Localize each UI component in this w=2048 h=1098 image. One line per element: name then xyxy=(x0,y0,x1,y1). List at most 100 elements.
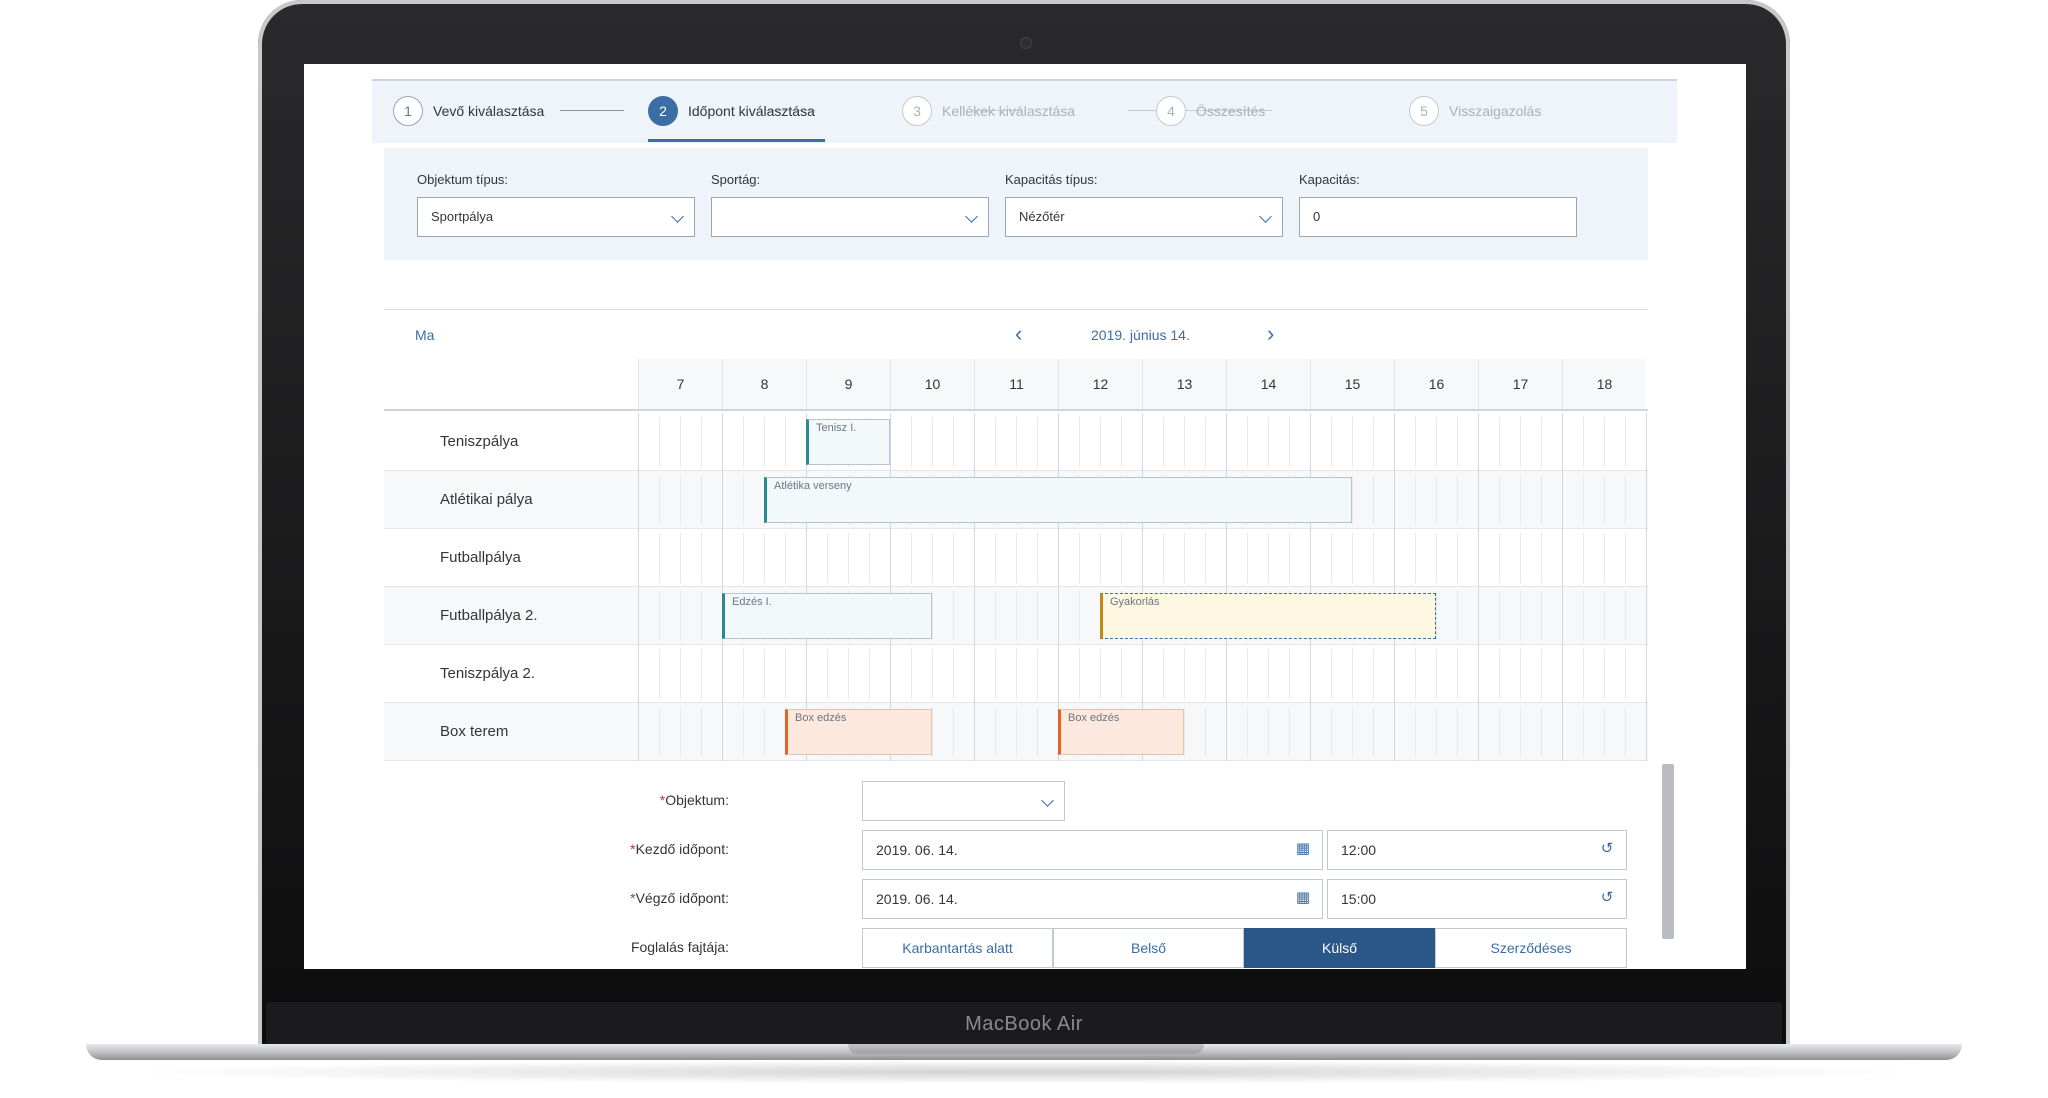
chevron-down-icon[interactable] xyxy=(1259,210,1272,223)
start-time-input[interactable]: 12:00 ↺ xyxy=(1327,830,1627,870)
grid-line xyxy=(659,475,660,525)
grid-line xyxy=(1331,417,1332,467)
grid-line xyxy=(1520,707,1521,757)
wizard-step-2[interactable]: 2 Időpont kiválasztása xyxy=(648,95,815,127)
grid-line xyxy=(953,649,954,699)
filter-sport: Sportág: xyxy=(711,172,989,237)
clock-icon[interactable]: ↺ xyxy=(1598,889,1616,907)
camera xyxy=(1020,37,1032,49)
grid-line xyxy=(1646,703,1647,761)
time-grid[interactable] xyxy=(638,529,1648,587)
grid-line xyxy=(1646,587,1647,645)
step-label: Kellékek kiválasztása xyxy=(942,103,1076,119)
grid-line xyxy=(1310,703,1311,761)
grid-line xyxy=(1289,649,1290,699)
chevron-left-icon[interactable]: ‹ xyxy=(1015,321,1022,347)
chevron-down-icon[interactable] xyxy=(965,210,978,223)
appointment[interactable]: Atlétika verseny xyxy=(764,477,1352,523)
time-grid[interactable]: Tenisz I. xyxy=(638,413,1648,471)
grid-line xyxy=(722,645,723,703)
grid-line xyxy=(659,417,660,467)
calendar-icon[interactable]: ▦ xyxy=(1294,889,1312,907)
grid-line xyxy=(932,533,933,583)
grid-line xyxy=(743,417,744,467)
segment-belso[interactable]: Belső xyxy=(1053,928,1244,968)
capacity-input[interactable]: 0 xyxy=(1299,197,1577,237)
hour-header: 9 xyxy=(806,359,890,409)
grid-line xyxy=(1457,707,1458,757)
grid-line xyxy=(764,649,765,699)
input-value: 2019. 06. 14. xyxy=(876,842,958,858)
scrollbar[interactable] xyxy=(1662,764,1674,939)
start-date-input[interactable]: 2019. 06. 14. ▦ xyxy=(862,830,1323,870)
calendar-row: Teniszpálya Tenisz I. xyxy=(384,413,1648,471)
appointment[interactable]: Tenisz I. xyxy=(806,419,890,465)
appointment[interactable]: Box edzés xyxy=(785,709,932,755)
end-date-input[interactable]: 2019. 06. 14. ▦ xyxy=(862,879,1323,919)
grid-line xyxy=(1163,417,1164,467)
grid-line xyxy=(1268,533,1269,583)
wizard-step-4[interactable]: 4 Összesítés xyxy=(1156,95,1265,127)
grid-line xyxy=(659,591,660,641)
calendar-icon[interactable]: ▦ xyxy=(1294,840,1312,858)
grid-line xyxy=(1079,533,1080,583)
grid-line xyxy=(1289,533,1290,583)
object-select[interactable] xyxy=(862,781,1065,821)
grid-line xyxy=(1394,529,1395,587)
time-grid[interactable]: Box edzés Box edzés xyxy=(638,703,1648,761)
grid-line xyxy=(1562,471,1563,529)
time-grid[interactable]: Atlétika verseny xyxy=(638,471,1648,529)
grid-line xyxy=(932,591,933,641)
grid-line xyxy=(680,649,681,699)
grid-line xyxy=(1373,475,1374,525)
grid-line xyxy=(1520,649,1521,699)
grid-line xyxy=(974,413,975,471)
end-time-input[interactable]: 15:00 ↺ xyxy=(1327,879,1627,919)
grid-line xyxy=(1058,645,1059,703)
appointment[interactable]: Box edzés xyxy=(1058,709,1184,755)
calendar-date[interactable]: 2019. június 14. xyxy=(1091,327,1190,343)
time-grid[interactable] xyxy=(638,645,1648,703)
grid-line xyxy=(701,417,702,467)
grid-line xyxy=(848,533,849,583)
object-type-select[interactable]: Sportpálya xyxy=(417,197,695,237)
segment-szerzodeses[interactable]: Szerződéses xyxy=(1435,928,1627,968)
chevron-right-icon[interactable]: › xyxy=(1267,321,1274,347)
wizard-step-1[interactable]: 1 Vevő kiválasztása xyxy=(393,95,544,127)
grid-line xyxy=(827,649,828,699)
hour-header: 13 xyxy=(1142,359,1226,409)
grid-line xyxy=(1289,417,1290,467)
calendar: Ma ‹ 2019. június 14. › 7 8 9 10 11 12 13 14 15 1… xyxy=(384,309,1648,763)
grid-line xyxy=(701,591,702,641)
grid-line xyxy=(638,587,639,645)
grid-line xyxy=(1604,591,1605,641)
capacity-type-select[interactable]: Nézőtér xyxy=(1005,197,1283,237)
grid-line xyxy=(1436,417,1437,467)
sport-select[interactable] xyxy=(711,197,989,237)
segment-kulso[interactable]: Külső xyxy=(1244,928,1435,968)
form-row-object: *Objektum: xyxy=(304,781,1746,821)
grid-line xyxy=(995,649,996,699)
chevron-down-icon[interactable] xyxy=(671,210,684,223)
appointment[interactable]: Gyakorlás xyxy=(1100,593,1436,639)
step-label: Visszaigazolás xyxy=(1449,103,1542,119)
wizard-step-3[interactable]: 3 Kellékek kiválasztása xyxy=(902,95,1075,127)
segment-karbantartas[interactable]: Karbantartás alatt xyxy=(862,928,1053,968)
grid-line xyxy=(1541,533,1542,583)
today-button[interactable]: Ma xyxy=(415,327,434,343)
grid-line xyxy=(1625,707,1626,757)
grid-line xyxy=(1268,707,1269,757)
grid-line xyxy=(659,533,660,583)
grid-line xyxy=(743,707,744,757)
grid-line xyxy=(1394,645,1395,703)
grid-line xyxy=(1478,529,1479,587)
grid-line xyxy=(974,703,975,761)
grid-line xyxy=(701,649,702,699)
chevron-down-icon[interactable] xyxy=(1041,794,1054,807)
grid-line xyxy=(680,591,681,641)
clock-icon[interactable]: ↺ xyxy=(1598,840,1616,858)
time-grid[interactable]: Edzés I. Gyakorlás xyxy=(638,587,1648,645)
wizard-step-5[interactable]: 5 Visszaigazolás xyxy=(1409,95,1541,127)
appointment[interactable]: Edzés I. xyxy=(722,593,932,639)
grid-line xyxy=(638,529,639,587)
